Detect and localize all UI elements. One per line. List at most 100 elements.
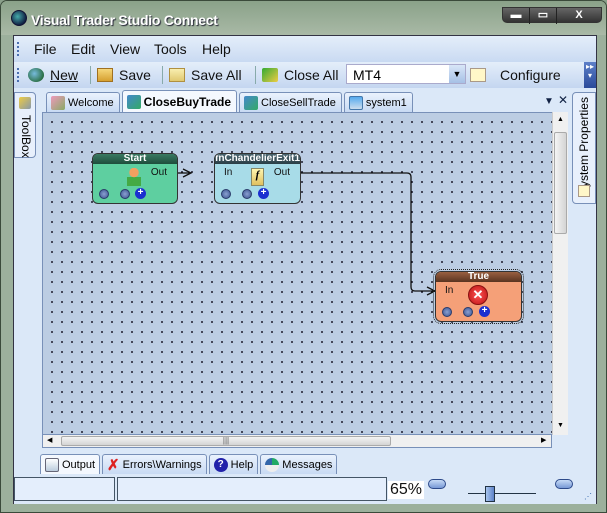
- exit-door-icon: [262, 68, 278, 82]
- node-title: Start: [93, 154, 177, 164]
- help-icon[interactable]: [99, 189, 109, 199]
- info-icon[interactable]: [242, 189, 252, 199]
- node-true[interactable]: True In ✕ +: [433, 269, 524, 324]
- folder-icon: [97, 68, 113, 82]
- tab-list-dropdown-icon[interactable]: ▼: [544, 96, 554, 107]
- menu-grip[interactable]: [17, 42, 20, 56]
- minimize-button[interactable]: ▬: [503, 8, 530, 24]
- menu-view[interactable]: View: [110, 41, 140, 57]
- globe-app-icon: [11, 10, 27, 26]
- toolbox-panel-tab[interactable]: ToolBox: [14, 92, 36, 158]
- tab-errors-warnings[interactable]: ✗ Errors\Warnings: [102, 454, 207, 474]
- system-properties-panel-tab[interactable]: System Properties: [572, 92, 596, 204]
- save-all-button[interactable]: Save All: [169, 67, 242, 83]
- toolbar-grip[interactable]: [17, 68, 20, 82]
- tab-closeselltrade[interactable]: CloseSellTrade: [239, 92, 342, 112]
- status-bar: 65% ⋰: [14, 476, 596, 504]
- scroll-down-icon[interactable]: ▼: [557, 422, 564, 429]
- menu-help[interactable]: Help: [202, 41, 231, 57]
- tab-system1[interactable]: system1: [343, 92, 413, 112]
- horizontal-scrollbar[interactable]: ◀ ||| ▶: [42, 435, 552, 448]
- maximize-button[interactable]: ▭: [530, 8, 557, 24]
- status-panel-1: [14, 477, 115, 501]
- tab-label: CloseSellTrade: [261, 96, 336, 109]
- close-all-label: Close All: [284, 67, 339, 83]
- menu-edit[interactable]: Edit: [71, 41, 95, 57]
- zoom-slider[interactable]: [468, 484, 536, 504]
- chevron-down-icon[interactable]: ▼: [449, 65, 465, 83]
- tab-label: Output: [62, 458, 96, 471]
- tab-label: Help: [230, 458, 254, 471]
- document-tabs: Welcome CloseBuyTrade CloseSellTrade sys…: [46, 90, 413, 112]
- tab-closebuytrade[interactable]: CloseBuyTrade: [121, 90, 238, 112]
- person-icon: [127, 168, 141, 186]
- out-port[interactable]: Out: [274, 167, 290, 178]
- close-tab-icon[interactable]: ✕: [558, 93, 568, 107]
- info-icon[interactable]: [463, 307, 473, 317]
- add-icon[interactable]: +: [258, 188, 269, 199]
- function-icon: f: [251, 168, 264, 186]
- vertical-scrollbar[interactable]: ▲ ▼: [552, 112, 568, 435]
- vertical-scroll-thumb[interactable]: [554, 132, 567, 234]
- tab-messages[interactable]: Messages: [260, 454, 338, 474]
- zoom-slider-thumb[interactable]: [485, 486, 495, 502]
- scroll-left-icon[interactable]: ◀: [47, 436, 52, 444]
- messages-icon: [265, 457, 280, 472]
- tab-label: system1: [365, 96, 407, 109]
- flow-canvas[interactable]: Start Out + fnChandelierExit1 In Out f +: [42, 112, 556, 435]
- separator: [162, 66, 163, 84]
- window-title: Visual Trader Studio Connect: [31, 12, 218, 28]
- add-icon[interactable]: +: [135, 188, 146, 199]
- node-title: fnChandelierExit1: [215, 153, 301, 164]
- separator: [90, 66, 91, 84]
- help-icon[interactable]: [442, 307, 452, 317]
- globe-icon: [28, 68, 44, 82]
- tab-output[interactable]: Output: [40, 454, 101, 474]
- properties-icon: [578, 185, 590, 197]
- configure-icon: [470, 68, 486, 82]
- document-area: Welcome CloseBuyTrade CloseSellTrade sys…: [40, 90, 570, 448]
- node-start[interactable]: Start Out +: [92, 153, 178, 204]
- new-button[interactable]: New: [28, 67, 78, 83]
- node-title: True: [436, 272, 521, 282]
- tab-welcome[interactable]: Welcome: [46, 92, 120, 112]
- tab-label: Welcome: [68, 96, 114, 109]
- close-all-button[interactable]: Close All: [262, 67, 338, 83]
- window-icon: [348, 95, 363, 110]
- platform-value: MT4: [353, 67, 381, 83]
- help-icon: ?: [213, 457, 228, 472]
- scroll-up-icon[interactable]: ▲: [557, 116, 564, 123]
- out-port[interactable]: Out: [151, 167, 167, 178]
- menu-tools[interactable]: Tools: [154, 41, 187, 57]
- node-fnchandelierexit1[interactable]: fnChandelierExit1 In Out f +: [214, 153, 301, 204]
- in-port[interactable]: In: [445, 285, 453, 296]
- red-x-icon: ✗: [107, 456, 120, 474]
- toolbar-overflow-button[interactable]: ▸▸ ▾: [584, 62, 596, 88]
- zoom-in-button[interactable]: [555, 479, 573, 489]
- zoom-slider-track: [468, 493, 536, 494]
- output-panel-tabs: Output ✗ Errors\Warnings ? Help Messages: [40, 454, 338, 474]
- save-all-icon: [169, 68, 185, 82]
- toolbar: New Save Save All Close All MT4 ▼ Config…: [14, 62, 596, 88]
- tab-help[interactable]: ? Help: [208, 454, 259, 474]
- info-icon[interactable]: [120, 189, 130, 199]
- add-icon[interactable]: +: [479, 306, 490, 317]
- wizard-icon: [126, 94, 141, 109]
- users-icon: [51, 95, 65, 110]
- title-bar[interactable]: Visual Trader Studio Connect ▬ ▭ X: [1, 1, 606, 35]
- scroll-right-icon[interactable]: ▶: [541, 436, 546, 444]
- save-button[interactable]: Save: [97, 67, 151, 83]
- wizard-icon: [244, 95, 259, 110]
- configure-button[interactable]: Configure: [470, 67, 561, 83]
- toolbox-icon: [19, 97, 31, 109]
- menu-file[interactable]: File: [34, 41, 57, 57]
- help-icon[interactable]: [221, 189, 231, 199]
- connector-fn-to-true: [301, 172, 435, 292]
- in-port[interactable]: In: [224, 167, 232, 178]
- tab-label: CloseBuyTrade: [143, 94, 232, 109]
- resize-grip-icon[interactable]: ⋰: [584, 492, 592, 501]
- platform-select[interactable]: MT4 ▼: [346, 64, 466, 84]
- close-button[interactable]: X: [557, 8, 601, 24]
- zoom-out-button[interactable]: [428, 479, 446, 489]
- horizontal-scroll-thumb[interactable]: |||: [61, 436, 391, 446]
